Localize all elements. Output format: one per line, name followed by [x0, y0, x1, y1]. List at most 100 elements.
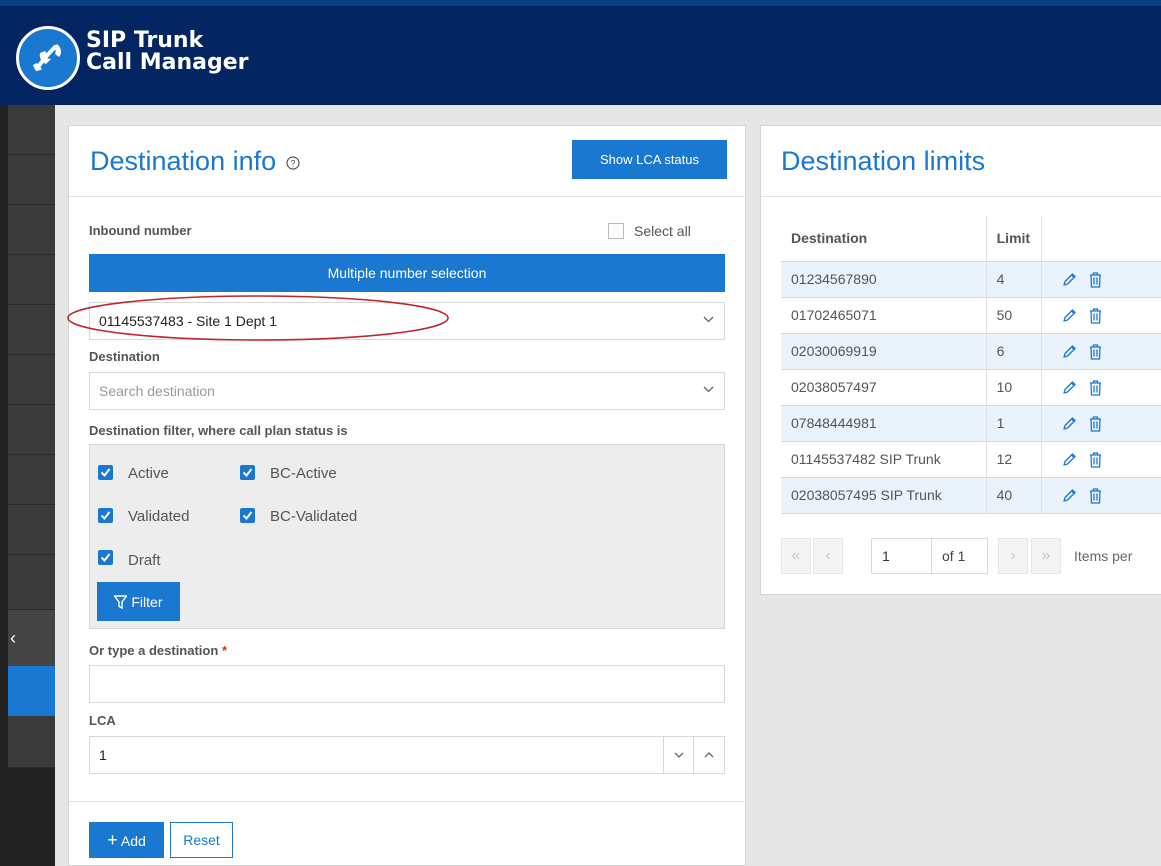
cell-limit: 4	[986, 261, 1043, 298]
sidebar-item[interactable]	[8, 355, 55, 405]
select-all-label: Select all	[634, 223, 691, 239]
cell-actions	[1041, 441, 1161, 478]
table-row[interactable]: 02038057495 SIP Trunk 40	[781, 477, 1161, 514]
sidebar-item[interactable]	[8, 455, 55, 505]
select-all-checkbox[interactable]	[608, 223, 624, 239]
sidebar-item[interactable]	[8, 255, 55, 305]
bc-active-label: BC-Active	[270, 465, 337, 482]
double-chevron-left-icon: «	[791, 547, 801, 564]
page-of-label: of 1	[942, 548, 966, 564]
table-row[interactable]: 01234567890 4	[781, 261, 1161, 298]
pencil-icon[interactable]	[1062, 452, 1077, 467]
table-row[interactable]: 07848444981 1	[781, 405, 1161, 442]
column-header-actions	[1041, 216, 1161, 262]
bc-validated-label: BC-Validated	[270, 508, 358, 525]
table-row[interactable]: 02030069919 6	[781, 333, 1161, 370]
pencil-icon[interactable]	[1062, 272, 1077, 287]
type-destination-input[interactable]	[89, 665, 725, 703]
reset-button[interactable]: Reset	[170, 822, 233, 858]
filter-icon	[113, 594, 129, 609]
cell-destination: 02038057495 SIP Trunk	[781, 477, 987, 514]
prev-page-button[interactable]: ‹	[813, 538, 843, 574]
first-page-button[interactable]: «	[781, 538, 811, 574]
sidebar-item[interactable]	[8, 155, 55, 205]
validated-label: Validated	[128, 508, 190, 525]
cell-limit: 10	[986, 369, 1043, 406]
chevron-down-icon[interactable]	[674, 752, 684, 758]
pencil-icon[interactable]	[1062, 308, 1077, 323]
phone-logo-icon	[16, 26, 80, 90]
lca-stepper[interactable]: 1	[89, 736, 725, 774]
destination-search-select[interactable]: Search destination	[89, 372, 725, 410]
trash-icon[interactable]	[1089, 451, 1102, 468]
sidebar: ‹	[0, 105, 55, 866]
filter-button-label: Filter	[131, 593, 163, 610]
active-checkbox[interactable]	[98, 465, 113, 480]
pencil-icon[interactable]	[1062, 344, 1077, 359]
column-header-destination[interactable]: Destination	[781, 216, 987, 262]
sidebar-item-active[interactable]	[8, 666, 55, 716]
app-header: SIP Trunk Call Manager	[0, 0, 1161, 105]
trash-icon[interactable]	[1089, 379, 1102, 396]
destination-info-title: Destination info	[90, 146, 277, 176]
cell-actions	[1041, 261, 1161, 298]
destination-limits-panel: Destination limits Destination Limit 012…	[760, 125, 1161, 595]
required-marker: *	[221, 643, 227, 658]
panel-title: Destination info ?	[90, 146, 300, 177]
column-header-limit[interactable]: Limit	[986, 216, 1043, 262]
bc-validated-checkbox[interactable]	[240, 508, 255, 523]
divider	[69, 196, 747, 197]
trash-icon[interactable]	[1089, 271, 1102, 288]
draft-label: Draft	[128, 552, 161, 569]
trash-icon[interactable]	[1089, 307, 1102, 324]
lca-label: LCA	[89, 713, 116, 728]
table-row[interactable]: 02038057497 10	[781, 369, 1161, 406]
page-input-group: 1 of 1	[871, 538, 988, 574]
next-page-button[interactable]: ›	[998, 538, 1028, 574]
cell-limit: 40	[986, 477, 1043, 514]
cell-actions	[1041, 333, 1161, 370]
cell-limit: 12	[986, 441, 1043, 478]
trash-icon[interactable]	[1089, 487, 1102, 504]
table-row[interactable]: 01145537482 SIP Trunk 12	[781, 441, 1161, 478]
sidebar-item[interactable]	[8, 205, 55, 255]
chevron-left-icon: ‹	[10, 628, 16, 648]
pencil-icon[interactable]	[1062, 416, 1077, 431]
multiple-number-selection-button[interactable]: Multiple number selection	[89, 254, 725, 292]
check-icon	[242, 511, 253, 521]
svg-text:?: ?	[290, 158, 295, 168]
sidebar-item[interactable]	[8, 405, 55, 455]
cell-destination: 01702465071	[781, 297, 987, 334]
active-label: Active	[128, 465, 169, 482]
table-row[interactable]: 01702465071 50	[781, 297, 1161, 334]
filter-button[interactable]: Filter	[97, 582, 180, 621]
pencil-icon[interactable]	[1062, 380, 1077, 395]
type-destination-label: Or type a destination *	[89, 643, 227, 658]
trash-icon[interactable]	[1089, 415, 1102, 432]
bc-active-checkbox[interactable]	[240, 465, 255, 480]
destination-limits-table: Destination Limit 01234567890 4 0170246507…	[781, 216, 1161, 514]
check-icon	[100, 553, 111, 563]
pencil-icon[interactable]	[1062, 488, 1077, 503]
validated-checkbox[interactable]	[98, 508, 113, 523]
chevron-up-icon[interactable]	[704, 752, 714, 758]
question-circle-icon[interactable]: ?	[286, 156, 300, 170]
show-lca-status-button[interactable]: Show LCA status	[572, 140, 727, 179]
cell-actions	[1041, 297, 1161, 334]
sidebar-collapse-button[interactable]: ‹	[8, 610, 55, 666]
draft-checkbox[interactable]	[98, 550, 113, 565]
sidebar-item[interactable]	[8, 305, 55, 355]
sidebar-item[interactable]	[8, 555, 55, 610]
page-number-input[interactable]: 1	[872, 539, 932, 573]
cell-limit: 50	[986, 297, 1043, 334]
sidebar-item[interactable]	[8, 505, 55, 555]
sidebar-item[interactable]	[8, 105, 55, 155]
add-button[interactable]: + Add	[89, 822, 164, 858]
double-chevron-right-icon: »	[1041, 547, 1051, 564]
trash-icon[interactable]	[1089, 343, 1102, 360]
last-page-button[interactable]: »	[1031, 538, 1061, 574]
app-title: SIP Trunk Call Manager	[86, 30, 249, 74]
destination-label: Destination	[89, 349, 160, 364]
sidebar-item[interactable]	[8, 716, 55, 768]
inbound-number-label: Inbound number	[89, 223, 192, 238]
